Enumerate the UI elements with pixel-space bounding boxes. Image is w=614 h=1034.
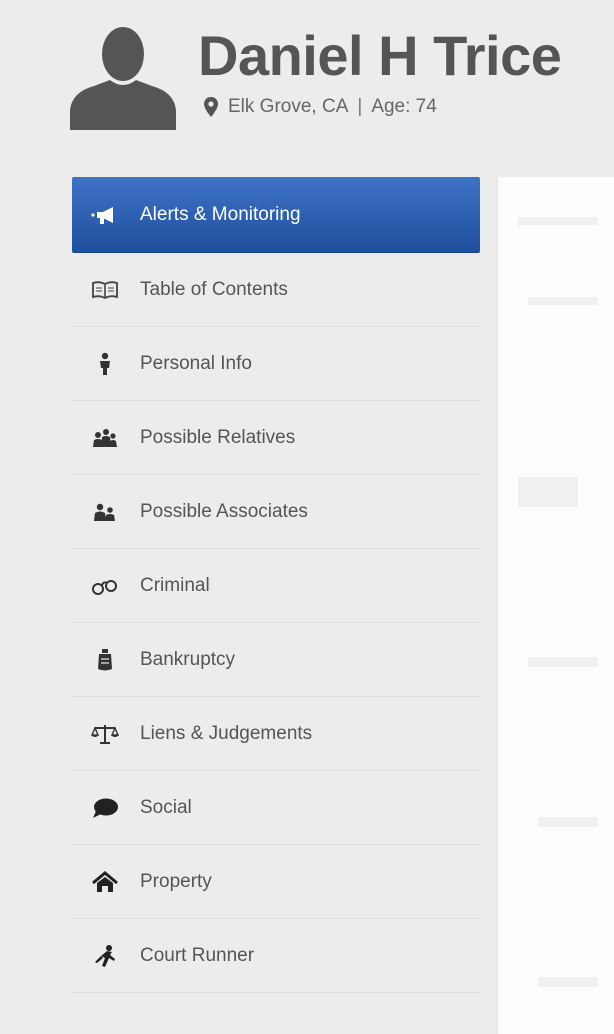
sidebar-item-label: Liens & Judgements [140, 722, 313, 744]
sidebar-item-label: Court Runner [140, 944, 255, 966]
megaphone-icon [90, 203, 120, 227]
sidebar-item-label: Bankruptcy [140, 648, 236, 670]
sidebar-item-criminal[interactable]: Criminal [72, 549, 480, 623]
handcuffs-icon [90, 574, 120, 598]
location-text: Elk Grove, CA [228, 96, 349, 117]
map-pin-icon [204, 97, 218, 117]
sidebar-item-label: Alerts & Monitoring [140, 203, 301, 225]
meta-separator: | [357, 96, 363, 117]
scales-icon [90, 722, 120, 746]
sidebar-item-social[interactable]: Social [72, 771, 480, 845]
age-text: Age: 74 [371, 96, 437, 117]
sidebar-item-possible-associates[interactable]: Possible Associates [72, 475, 480, 549]
sidebar-item-personal-info[interactable]: Personal Info [72, 327, 480, 401]
sidebar-item-label: Possible Associates [140, 500, 308, 522]
runner-icon [90, 944, 120, 968]
family-icon [90, 426, 120, 450]
sidebar-item-bankruptcy[interactable]: Bankruptcy [72, 623, 480, 697]
profile-header: Daniel H Trice Elk Grove, CA | Age: 74 [0, 0, 614, 160]
sidebar-item-label: Possible Relatives [140, 426, 296, 448]
person-icon [90, 352, 120, 376]
content-panel [497, 177, 614, 1034]
sidebar-item-property[interactable]: Property [72, 845, 480, 919]
book-icon [90, 278, 120, 302]
sidebar-item-alerts[interactable]: Alerts & Monitoring [72, 177, 480, 253]
sidebar-item-possible-relatives[interactable]: Possible Relatives [72, 401, 480, 475]
sidebar-item-court-runner[interactable]: Court Runner [72, 919, 480, 993]
home-icon [90, 870, 120, 894]
user-silhouette-icon [70, 27, 176, 130]
sidebar-item-liens-judgements[interactable]: Liens & Judgements [72, 697, 480, 771]
profile-meta: Elk Grove, CA | Age: 74 [204, 96, 437, 118]
sidebar-item-label: Table of Contents [140, 278, 288, 300]
sidebar-item-label: Personal Info [140, 352, 252, 374]
person-name: Daniel H Trice [198, 24, 562, 87]
sidebar-nav: Alerts & Monitoring Table of Contents Pe… [72, 177, 480, 993]
speech-bubble-icon [90, 796, 120, 820]
associates-icon [90, 500, 120, 524]
sidebar-item-label: Property [140, 870, 212, 892]
piggy-bank-icon [90, 648, 120, 672]
sidebar-item-table-of-contents[interactable]: Table of Contents [72, 253, 480, 327]
sidebar-item-label: Criminal [140, 574, 210, 596]
sidebar-item-label: Social [140, 796, 192, 818]
